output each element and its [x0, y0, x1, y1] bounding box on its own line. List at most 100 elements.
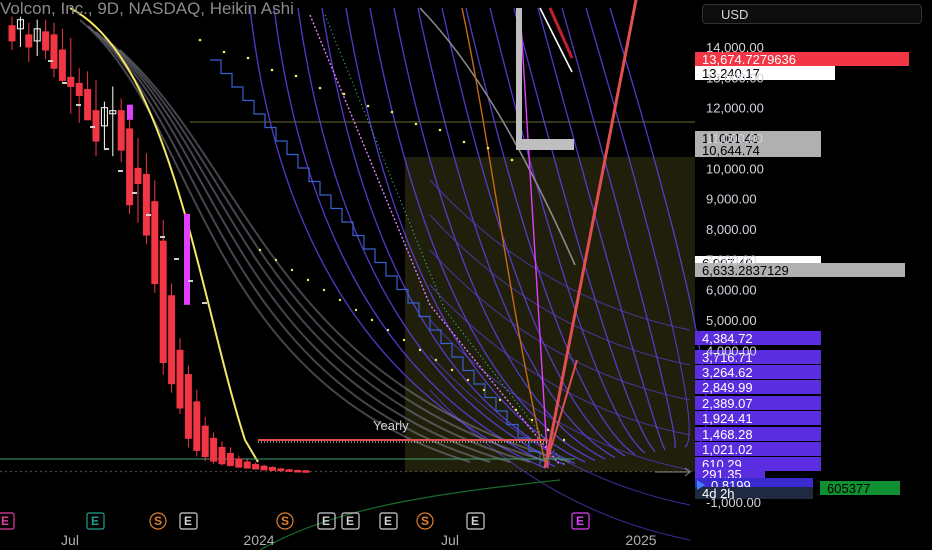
chart-title: Volcon, Inc., 9D, NASDAQ, Heikin Ashi: [0, 0, 294, 18]
signal-dot: [462, 140, 466, 144]
step-marker: [174, 258, 179, 260]
step-marker: [104, 148, 109, 150]
candle-body: [151, 201, 159, 285]
x-axis-tick-label: 2024: [243, 532, 274, 548]
price-tag-label: 1,924.41: [702, 411, 753, 426]
signal-dot: [414, 122, 418, 126]
step-marker: [118, 170, 123, 172]
x-axis-tick-label: Jul: [441, 532, 459, 548]
x-axis-tick-label: Jul: [61, 532, 79, 548]
candle-body: [176, 349, 184, 409]
signal-dot: [386, 328, 390, 332]
signal-dot: [306, 278, 310, 282]
signal-dot: [562, 438, 566, 442]
event-badge-label: E: [471, 514, 479, 528]
y-axis-tick-label: 11,000.00: [706, 131, 763, 146]
step-marker: [202, 302, 207, 304]
candle-body: [127, 104, 133, 120]
y-axis-tick-label: 6,000.00: [706, 283, 757, 298]
y-axis-tick-label: 7,000.00: [706, 252, 757, 267]
y-axis-tick-label: 4,000.00: [706, 343, 757, 358]
event-badge-label: E: [384, 514, 392, 528]
candle-body: [218, 446, 226, 465]
event-badge-label: E: [184, 514, 192, 528]
signal-dot: [342, 92, 346, 96]
event-badge-label: S: [154, 514, 162, 528]
event-badge-label: E: [576, 514, 584, 528]
candle-body: [210, 437, 218, 462]
candle-body: [8, 25, 16, 42]
yellow-ma: [69, 7, 259, 463]
step-marker: [62, 82, 67, 84]
signal-dot: [466, 378, 470, 382]
candle-body: [84, 88, 92, 121]
candle-body: [260, 465, 268, 471]
step-marker: [48, 60, 53, 62]
step-marker: [146, 214, 151, 216]
signal-dot: [318, 86, 322, 90]
signal-dot: [510, 158, 514, 162]
event-badge-label: S: [281, 514, 289, 528]
signal-dot: [486, 146, 490, 150]
currency-selector[interactable]: USD: [702, 4, 922, 24]
signal-dot: [198, 38, 202, 42]
signal-dot: [294, 74, 298, 78]
signal-dot: [222, 50, 226, 54]
candle-body: [67, 76, 75, 87]
y-axis-tick-label: 8,000.00: [706, 222, 757, 237]
candle-body: [294, 469, 302, 473]
candle-body: [226, 452, 234, 467]
candle-body: [159, 240, 167, 363]
signal-dot: [482, 388, 486, 392]
y-axis-tick-label: -1,000.00: [706, 495, 761, 510]
white-curve: [539, 7, 573, 73]
price-tag-label: 605377: [827, 481, 870, 496]
annotation-yearly: Yearly: [373, 418, 409, 433]
signal-dot: [390, 110, 394, 114]
price-tag-label: 3,264.62: [702, 365, 753, 380]
signal-dot: [514, 408, 518, 412]
price-chart[interactable]: Yearly 13,674.727963613,240.1711,061.431…: [0, 0, 932, 550]
price-tag-label: 1,468.28: [702, 427, 753, 442]
y-axis-tick-label: 10,000.00: [706, 161, 764, 176]
candle-body: [134, 167, 142, 184]
candle-body: [302, 470, 310, 473]
signal-dot: [354, 308, 358, 312]
signal-dot: [546, 428, 550, 432]
candle-body: [268, 466, 276, 471]
signal-dot: [290, 268, 294, 272]
candle-body: [184, 213, 190, 305]
signal-dot: [450, 368, 454, 372]
step-marker: [90, 126, 95, 128]
event-badge-label: S: [421, 514, 429, 528]
signal-dot: [530, 418, 534, 422]
candle-body: [50, 34, 58, 69]
price-tag-label: 2,849.99: [702, 380, 753, 395]
y-axis-tick-label: 14,000.00: [706, 40, 764, 55]
candle-body: [75, 82, 83, 97]
candle-body: [285, 469, 293, 472]
x-axis-tick-label: 2025: [625, 532, 656, 548]
step-marker: [132, 192, 137, 194]
candle-body: [117, 110, 125, 151]
candle-body: [252, 463, 260, 470]
grey-block: [516, 139, 574, 150]
candle-body: [193, 401, 201, 451]
step-marker: [160, 236, 165, 238]
signal-dot: [258, 248, 262, 252]
signal-dot: [270, 68, 274, 72]
signal-dot: [338, 298, 342, 302]
event-badge-label: E: [322, 514, 330, 528]
signal-dot: [246, 56, 250, 60]
grey-block: [516, 8, 522, 148]
candle-body: [243, 461, 251, 469]
signal-dot: [438, 128, 442, 132]
event-badge-label: E: [346, 514, 354, 528]
candle-body: [168, 295, 176, 385]
y-axis-tick-label: 5,000.00: [706, 313, 757, 328]
candle-body: [42, 31, 50, 51]
event-badge-label: E: [91, 514, 99, 528]
candle-body: [58, 49, 66, 81]
signal-dot: [366, 104, 370, 108]
signal-dot: [322, 288, 326, 292]
